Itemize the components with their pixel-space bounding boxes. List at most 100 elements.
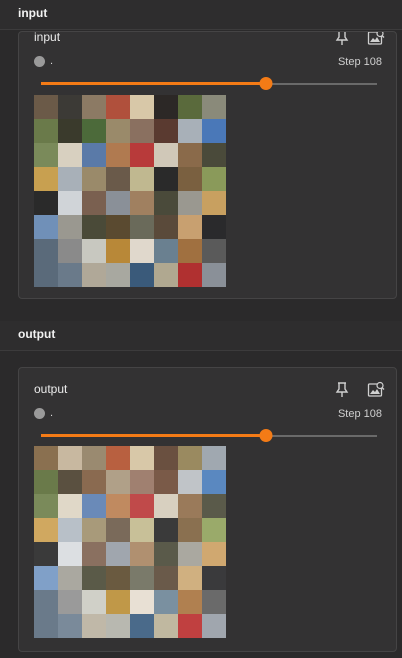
- image-tile: [202, 542, 226, 566]
- image-tile: [82, 446, 106, 470]
- slider-fill: [41, 434, 267, 437]
- image-tile: [202, 614, 226, 638]
- image-tile: [154, 446, 178, 470]
- image-tile: [106, 191, 130, 215]
- image-tile: [130, 215, 154, 239]
- run-label: .: [50, 55, 54, 67]
- image-card-input: input . Step 108: [18, 31, 397, 299]
- image-tile: [34, 518, 58, 542]
- run-color-dot: [34, 408, 45, 419]
- image-tile: [58, 518, 82, 542]
- pin-icon[interactable]: [335, 382, 349, 398]
- image-tile: [58, 215, 82, 239]
- image-tile: [106, 95, 130, 119]
- image-tile: [130, 143, 154, 167]
- image-tile: [202, 566, 226, 590]
- image-tile: [82, 263, 106, 287]
- image-tile: [178, 191, 202, 215]
- pin-icon[interactable]: [335, 32, 349, 46]
- image-tile: [154, 590, 178, 614]
- section-header-output[interactable]: output: [0, 321, 402, 351]
- image-tile: [130, 542, 154, 566]
- image-tile: [130, 191, 154, 215]
- image-tile: [178, 542, 202, 566]
- image-settings-icon[interactable]: [367, 381, 385, 399]
- image-settings-icon[interactable]: [367, 32, 385, 47]
- image-tile: [82, 590, 106, 614]
- image-tile: [82, 143, 106, 167]
- slider-fill: [41, 82, 267, 85]
- image-tile: [82, 614, 106, 638]
- image-tile: [34, 191, 58, 215]
- image-tile: [154, 494, 178, 518]
- image-tile: [106, 239, 130, 263]
- image-tile: [178, 614, 202, 638]
- image-tile: [178, 494, 202, 518]
- image-tile: [130, 518, 154, 542]
- image-tile: [130, 239, 154, 263]
- section-header-input[interactable]: input: [0, 0, 402, 30]
- image-tile: [82, 191, 106, 215]
- image-tile: [106, 590, 130, 614]
- image-tile: [34, 614, 58, 638]
- image-tile: [106, 614, 130, 638]
- image-tile: [130, 494, 154, 518]
- card-title: input: [34, 31, 61, 44]
- image-tile: [202, 518, 226, 542]
- image-tile: [130, 566, 154, 590]
- image-tile: [82, 239, 106, 263]
- image-tile: [82, 470, 106, 494]
- image-tile: [178, 518, 202, 542]
- image-tile: [202, 167, 226, 191]
- image-tile: [178, 470, 202, 494]
- image-tile: [58, 143, 82, 167]
- image-tile: [178, 590, 202, 614]
- image-tile: [154, 143, 178, 167]
- image-tile: [58, 167, 82, 191]
- image-grid: [34, 95, 226, 287]
- image-tile: [58, 614, 82, 638]
- image-tile: [154, 542, 178, 566]
- image-tile: [34, 446, 58, 470]
- image-tile: [202, 263, 226, 287]
- image-tile: [34, 95, 58, 119]
- image-tile: [202, 446, 226, 470]
- step-slider[interactable]: [41, 429, 377, 443]
- image-tile: [154, 239, 178, 263]
- image-tile: [154, 191, 178, 215]
- image-tile: [130, 95, 154, 119]
- image-tile: [58, 470, 82, 494]
- image-tile: [34, 215, 58, 239]
- image-tile: [130, 167, 154, 191]
- card-title: output: [34, 382, 68, 396]
- section-title: input: [18, 6, 48, 20]
- image-tile: [58, 263, 82, 287]
- image-tile: [178, 446, 202, 470]
- image-tile: [106, 470, 130, 494]
- image-tile: [34, 263, 58, 287]
- image-tile: [154, 95, 178, 119]
- section-title: output: [18, 327, 56, 341]
- step-slider[interactable]: [41, 77, 377, 91]
- dashboard: input input . Step 108 output output . S…: [0, 0, 402, 658]
- image-tile: [34, 590, 58, 614]
- image-tile: [154, 470, 178, 494]
- image-tile: [34, 143, 58, 167]
- slider-thumb[interactable]: [259, 77, 273, 90]
- image-tile: [202, 143, 226, 167]
- slider-thumb[interactable]: [259, 429, 273, 442]
- image-tile: [130, 263, 154, 287]
- image-tile: [154, 167, 178, 191]
- image-tile: [106, 518, 130, 542]
- image-tile: [34, 167, 58, 191]
- image-tile: [106, 446, 130, 470]
- image-tile: [106, 143, 130, 167]
- image-tile: [178, 167, 202, 191]
- image-tile: [202, 119, 226, 143]
- image-tile: [130, 614, 154, 638]
- image-tile: [58, 446, 82, 470]
- run-label: .: [50, 407, 54, 419]
- image-tile: [178, 95, 202, 119]
- image-tile: [130, 446, 154, 470]
- image-tile: [106, 566, 130, 590]
